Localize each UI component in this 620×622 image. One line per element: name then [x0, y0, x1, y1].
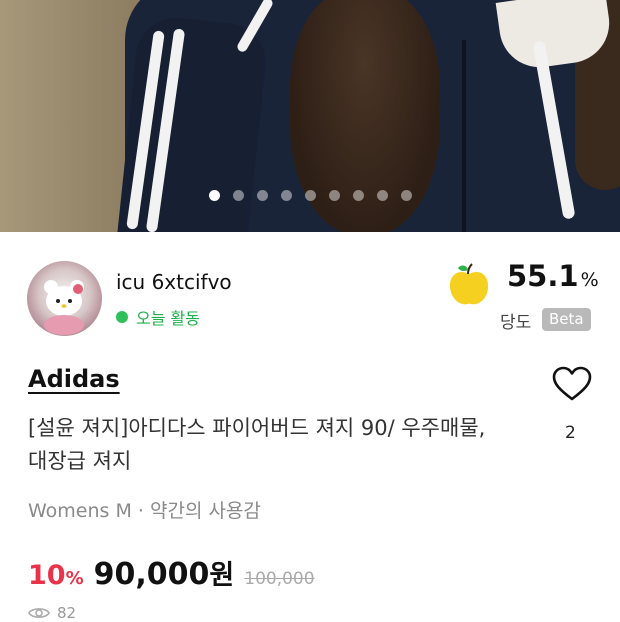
eye-icon [28, 608, 50, 618]
like-count: 2 [565, 423, 576, 443]
carousel-dot[interactable] [328, 190, 340, 201]
seller-name[interactable]: icu 6xtcifvo [116, 270, 232, 294]
price-value: 90,000 [93, 557, 210, 592]
heart-icon[interactable] [552, 366, 592, 402]
carousel-dot[interactable] [232, 190, 244, 201]
green-dot [116, 311, 128, 323]
discount-unit: % [65, 568, 84, 589]
avatar-image [44, 280, 84, 335]
original-price: 100,000 [244, 569, 315, 589]
carousel-dot[interactable] [280, 190, 292, 201]
carousel-dot[interactable] [376, 190, 388, 201]
beta-badge: Beta [542, 308, 591, 331]
activity-text: 오늘 활동 [136, 309, 200, 328]
carousel-dot[interactable] [256, 190, 268, 201]
seller-avatar[interactable] [27, 261, 102, 336]
sweetness-value: 55.1 [507, 259, 579, 293]
brand-link[interactable]: Adidas [28, 365, 120, 393]
sweetness-score: 55.1% [507, 259, 599, 293]
view-stats: 82 [28, 604, 76, 622]
discount-value: 10 [28, 560, 66, 591]
carousel-dot[interactable] [400, 190, 412, 201]
sweetness-label: 당도 [500, 313, 532, 333]
apple-icon [449, 263, 489, 305]
product-title: [설윤 져지]아디다스 파이어버드 져지 90/ 우주매물,대장급 져지 [28, 416, 486, 473]
carousel-dot[interactable] [208, 190, 220, 201]
product-photo-carousel[interactable] [0, 0, 620, 232]
seller-activity: 오늘 활동 [116, 305, 200, 329]
price-unit: 원 [209, 560, 235, 591]
sweetness-unit: % [580, 269, 599, 291]
price-row: 10 % 90,000 원 100,000 [28, 553, 315, 592]
product-meta: Womens M · 약간의 사용감 [28, 500, 261, 522]
view-count: 82 [57, 604, 77, 622]
carousel-indicator[interactable] [0, 190, 620, 206]
carousel-dot[interactable] [304, 190, 316, 201]
carousel-dot[interactable] [352, 190, 364, 201]
